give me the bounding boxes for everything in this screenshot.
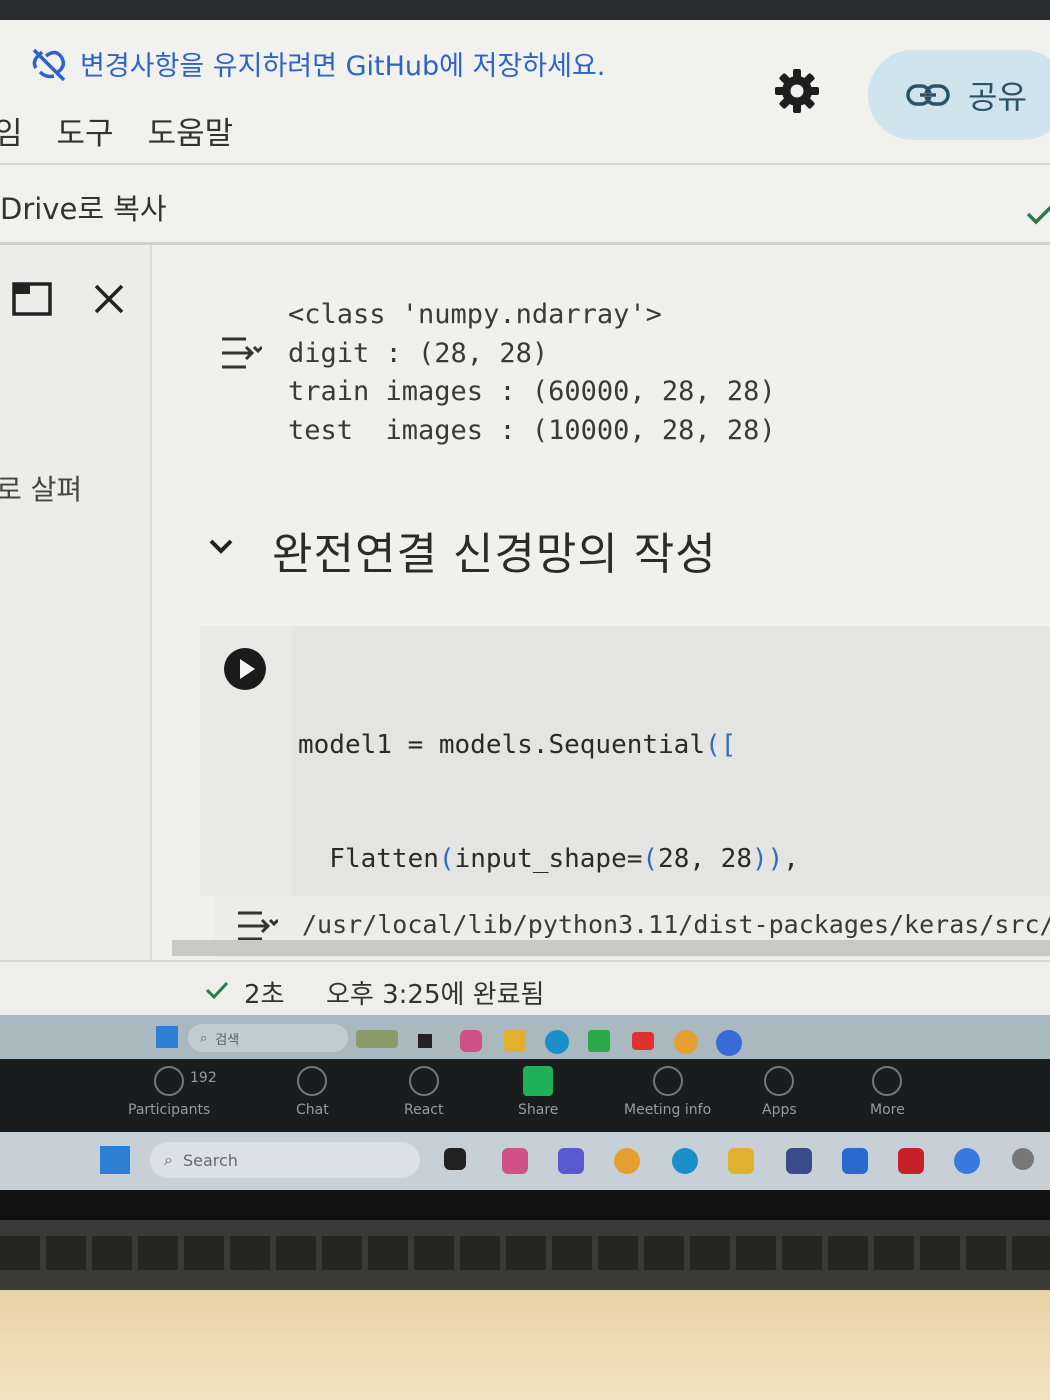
- share-screen-icon: [523, 1066, 554, 1096]
- share-label: 공유: [968, 78, 1027, 116]
- sidebar-browse-label[interactable]: 로 살펴: [0, 468, 82, 508]
- share-screen-label: Share: [518, 1102, 559, 1118]
- menu-bar: 임 도구 도움말: [0, 108, 267, 153]
- meeting-info-button[interactable]: Meeting info: [624, 1066, 711, 1118]
- search-placeholder: 검색: [215, 1032, 240, 1048]
- run-cell-button[interactable]: [224, 648, 266, 690]
- chat-button[interactable]: Chat: [296, 1066, 329, 1118]
- code-line: Flatten(input_shape=(28, 28)),: [298, 844, 799, 874]
- open-in-tab-icon[interactable]: [12, 282, 52, 316]
- chat-icon: [297, 1066, 328, 1096]
- chat-label: Chat: [296, 1102, 329, 1118]
- start-icon[interactable]: [100, 1146, 130, 1174]
- copilot-icon[interactable]: [460, 1030, 482, 1052]
- output-toggle-icon[interactable]: [216, 333, 262, 373]
- code-line: model1 = models.Sequential([: [298, 730, 737, 760]
- settings-gear-icon[interactable]: [774, 68, 820, 114]
- output-line: digit : (28, 28): [288, 337, 549, 369]
- apps-icon: [764, 1066, 795, 1096]
- laptop-deck: [0, 1290, 1050, 1400]
- info-icon: [652, 1066, 683, 1096]
- play-icon: [240, 659, 255, 679]
- divider: [0, 163, 1050, 165]
- heart-icon: [408, 1066, 439, 1096]
- teams-icon[interactable]: [558, 1148, 584, 1174]
- link-icon: [906, 84, 950, 106]
- task-view-icon[interactable]: [444, 1148, 466, 1170]
- mcafee-icon[interactable]: [898, 1148, 924, 1174]
- search-icon: ⌕: [164, 1150, 173, 1169]
- github-notice-text: 변경사항을 유지하려면 GitHub에 저장하세요.: [80, 51, 606, 82]
- file-explorer-icon[interactable]: [728, 1148, 754, 1174]
- share-button[interactable]: 공유: [868, 50, 1050, 140]
- copy-to-drive-button[interactable]: Drive로 복사: [0, 186, 167, 228]
- unlink-icon: [32, 48, 66, 81]
- participants-icon: [154, 1066, 185, 1096]
- execution-duration: 2초: [244, 980, 285, 1010]
- check-icon: [205, 981, 229, 1000]
- apps-button[interactable]: Apps: [762, 1066, 797, 1118]
- widget-icon[interactable]: [356, 1030, 398, 1048]
- app-icon[interactable]: [588, 1030, 610, 1052]
- colab-window: 변경사항을 유지하려면 GitHub에 저장하세요. 임 도구 도움말 공유 Dri…: [0, 0, 1050, 1015]
- cell-output: <class 'numpy.ndarray'> digit : (28, 28) t…: [288, 296, 776, 450]
- more-icon: [872, 1066, 903, 1096]
- check-icon: [1026, 205, 1050, 225]
- close-icon[interactable]: [92, 282, 126, 316]
- edge-icon[interactable]: [545, 1030, 569, 1054]
- output-line: <class 'numpy.ndarray'>: [288, 299, 662, 330]
- chrome-icon[interactable]: [674, 1030, 698, 1054]
- zoom-icon[interactable]: [716, 1030, 742, 1056]
- output-line: train images : (60000, 28, 28): [288, 376, 776, 407]
- completion-time: 오후 3:25에 완료됨: [326, 980, 545, 1010]
- menu-item-help[interactable]: 도움말: [148, 116, 234, 152]
- react-button[interactable]: React: [404, 1066, 443, 1118]
- menu-item-partial[interactable]: 임: [0, 116, 23, 152]
- start-icon[interactable]: [156, 1026, 178, 1048]
- store-icon[interactable]: [786, 1148, 812, 1174]
- window-top-edge: [0, 0, 1050, 20]
- menu-item-tools[interactable]: 도구: [57, 116, 114, 152]
- more-button[interactable]: More: [870, 1066, 905, 1118]
- mail-icon[interactable]: [842, 1148, 868, 1174]
- local-search-box[interactable]: ⌕ Search: [150, 1142, 420, 1178]
- youtube-icon[interactable]: [632, 1032, 654, 1050]
- file-explorer-icon[interactable]: [504, 1030, 526, 1052]
- search-icon: ⌕: [200, 1030, 208, 1046]
- search-placeholder: Search: [182, 1150, 238, 1170]
- participants-button[interactable]: 192 Participants: [128, 1066, 217, 1118]
- chevron-down-icon[interactable]: [206, 534, 236, 558]
- share-screen-button[interactable]: Share: [518, 1066, 558, 1118]
- warning-output-text: /usr/local/lib/python3.11/dist-packages/…: [302, 910, 1050, 939]
- edge-icon[interactable]: [672, 1148, 698, 1174]
- side-panel: [0, 245, 152, 960]
- more-label: More: [870, 1102, 905, 1118]
- app-icon[interactable]: [954, 1148, 980, 1174]
- remote-search-box[interactable]: ⌕ 검색: [188, 1024, 348, 1052]
- output-toggle-icon[interactable]: [232, 908, 278, 944]
- section-heading: 완전연결 신경망의 작성: [272, 529, 717, 580]
- apps-label: Apps: [762, 1102, 797, 1118]
- participants-count: 192: [190, 1070, 217, 1086]
- chrome-icon[interactable]: [614, 1148, 640, 1174]
- participants-label: Participants: [128, 1102, 211, 1118]
- output-line: test images : (10000, 28, 28): [288, 414, 776, 446]
- meeting-info-label: Meeting info: [624, 1102, 712, 1118]
- horizontal-scrollbar[interactable]: [172, 940, 1050, 956]
- laptop-bezel: [0, 1190, 1050, 1220]
- keyboard-keys: [0, 1236, 1050, 1270]
- task-view-icon[interactable]: [418, 1034, 432, 1048]
- github-save-notice[interactable]: 변경사항을 유지하려면 GitHub에 저장하세요.: [30, 44, 605, 83]
- copilot-icon[interactable]: [502, 1148, 528, 1174]
- settings-icon[interactable]: [1012, 1148, 1034, 1170]
- react-label: React: [404, 1102, 444, 1118]
